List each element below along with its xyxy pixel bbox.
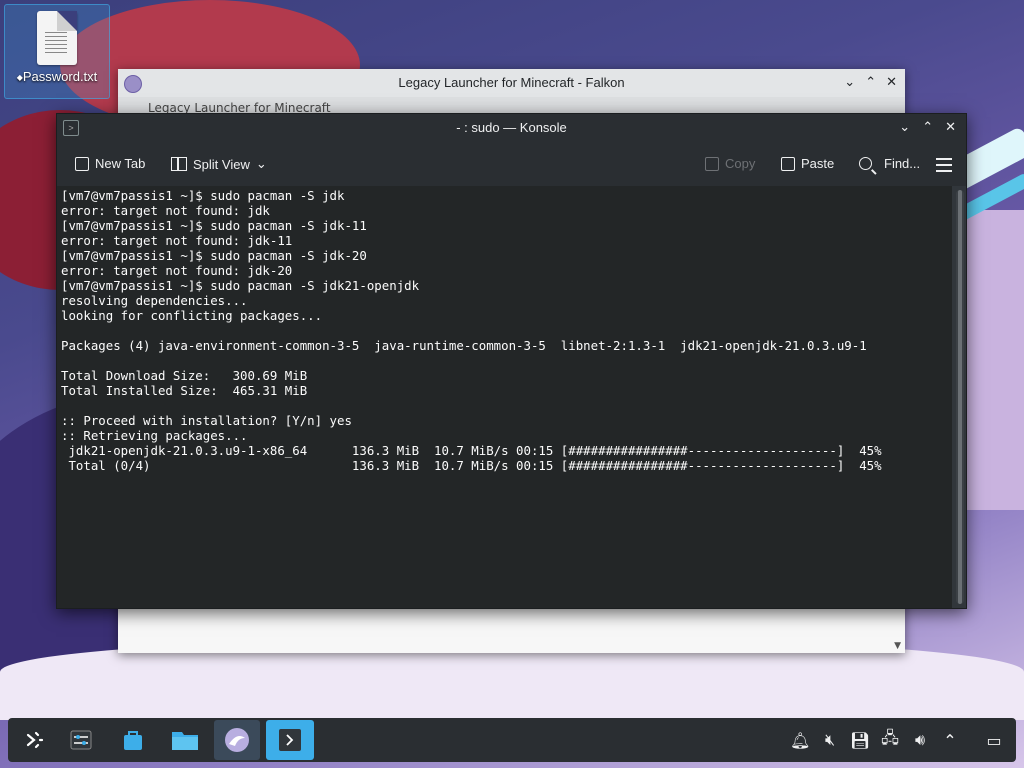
konsole-window-title: - : sudo — Konsole: [456, 120, 567, 135]
desktop-file-password[interactable]: ◆Password.txt: [4, 4, 110, 99]
storage-icon[interactable]: 💾︎: [850, 731, 870, 750]
network-icon[interactable]: 🖧: [880, 727, 900, 754]
discover-store-button[interactable]: [110, 720, 156, 760]
terminal-line: looking for conflicting packages...: [61, 308, 323, 323]
paste-label: Paste: [801, 156, 835, 171]
terminal-line: Packages (4) java-environment-common-3-5…: [61, 338, 867, 353]
falkon-taskbar-button[interactable]: [214, 720, 260, 760]
maximize-icon[interactable]: ⌃: [922, 119, 933, 135]
terminal-line: error: target not found: jdk-20: [61, 263, 293, 278]
new-tab-label: New Tab: [95, 156, 146, 171]
app-launcher-icon: [26, 731, 44, 749]
split-view-label: Split View: [193, 156, 250, 172]
terminal-line: error: target not found: jdk: [61, 203, 270, 218]
konsole-taskbar-button[interactable]: [266, 720, 314, 760]
new-tab-button[interactable]: New Tab: [75, 156, 145, 171]
falkon-titlebar[interactable]: Legacy Launcher for Minecraft - Falkon ⌄…: [118, 69, 905, 97]
minimize-icon[interactable]: ⌄: [899, 119, 910, 135]
system-settings-icon: [70, 730, 92, 750]
terminal-line: Total Installed Size: 465.31 MiB: [61, 383, 308, 398]
find-label: Find...: [884, 156, 921, 171]
terminal-text: [vm7@vm7passis1 ~]$ sudo pacman -S jdk e…: [61, 188, 948, 473]
konsole-window[interactable]: > - : sudo — Konsole ⌄ ⌃ ✕ New Tab Split…: [56, 113, 967, 609]
terminal-line: Total Download Size: 300.69 MiB: [61, 368, 308, 383]
system-settings-button[interactable]: [58, 720, 104, 760]
falkon-window-title: Legacy Launcher for Minecraft - Falkon: [398, 75, 625, 90]
maximize-icon[interactable]: ⌃: [865, 74, 876, 90]
tray-expand-icon[interactable]: ⌃: [940, 731, 960, 750]
terminal-line: :: Proceed with installation? [Y/n] yes: [61, 413, 352, 428]
terminal-line: :: Retrieving packages...: [61, 428, 248, 443]
copy-button[interactable]: Copy: [705, 156, 755, 171]
text-file-icon: [37, 11, 77, 65]
taskbar: 🔔︎ 🔇︎ 💾︎ 🖧 🔊︎ ⌃ ▭: [8, 718, 1016, 762]
file-manager-button[interactable]: [162, 720, 208, 760]
discover-store-icon: [124, 731, 142, 750]
konsole-titlebar[interactable]: > - : sudo — Konsole ⌄ ⌃ ✕: [57, 114, 966, 142]
find-button[interactable]: Find...: [859, 156, 920, 171]
app-launcher-button[interactable]: [12, 720, 58, 760]
copy-icon: [705, 156, 719, 171]
konsole-icon: [279, 729, 301, 751]
hamburger-menu-icon[interactable]: [936, 158, 952, 176]
terminal-line: [vm7@vm7passis1 ~]$ sudo pacman -S jdk-1…: [61, 218, 367, 233]
terminal-line: Total (0/4) 136.3 MiB 10.7 MiB/s 00:15 […: [68, 458, 882, 473]
file-manager-icon: [172, 732, 198, 750]
terminal-line: [vm7@vm7passis1 ~]$ sudo pacman -S jdk-2…: [61, 248, 367, 263]
notifications-icon[interactable]: 🔔︎: [790, 731, 810, 750]
terminal-line: [vm7@vm7passis1 ~]$ sudo pacman -S jdk: [61, 188, 345, 203]
copy-label: Copy: [725, 156, 756, 171]
paste-button[interactable]: Paste: [781, 156, 834, 171]
search-icon: [859, 157, 872, 170]
terminal-line: resolving dependencies...: [61, 293, 248, 308]
volume-icon[interactable]: 🔊︎: [910, 730, 930, 750]
terminal-line: [vm7@vm7passis1 ~]$ sudo pacman -S jdk21…: [61, 278, 420, 293]
system-tray: 🔔︎ 🔇︎ 💾︎ 🖧 🔊︎ ⌃ ▭: [790, 718, 1016, 762]
falkon-browser-icon: [225, 728, 249, 752]
chevron-down-icon: ⌄: [255, 156, 267, 171]
volume-muted-icon[interactable]: 🔇︎: [820, 730, 840, 750]
close-icon[interactable]: ✕: [886, 74, 897, 90]
chevron-down-icon[interactable]: ⌄: [844, 74, 855, 90]
desktop-file-label: Password.txt: [22, 69, 98, 84]
terminal-line: error: target not found: jdk-11: [61, 233, 293, 248]
show-desktop-icon[interactable]: ▭: [984, 731, 1004, 750]
split-view-icon: [171, 157, 187, 171]
new-tab-icon: [75, 156, 89, 171]
close-icon[interactable]: ✕: [945, 119, 956, 135]
split-view-button[interactable]: Split View ⌄: [171, 156, 267, 172]
konsole-toolbar: New Tab Split View ⌄ Copy Paste Find...: [57, 142, 966, 186]
paste-icon: [781, 156, 795, 171]
terminal-output[interactable]: [vm7@vm7passis1 ~]$ sudo pacman -S jdk e…: [57, 186, 952, 608]
scroll-down-arrow-icon[interactable]: ▼: [894, 641, 901, 651]
terminal-scrollbar[interactable]: [956, 190, 964, 604]
terminal-line: jdk21-openjdk-21.0.3.u9-1-x86_64 136.3 M…: [68, 443, 882, 458]
